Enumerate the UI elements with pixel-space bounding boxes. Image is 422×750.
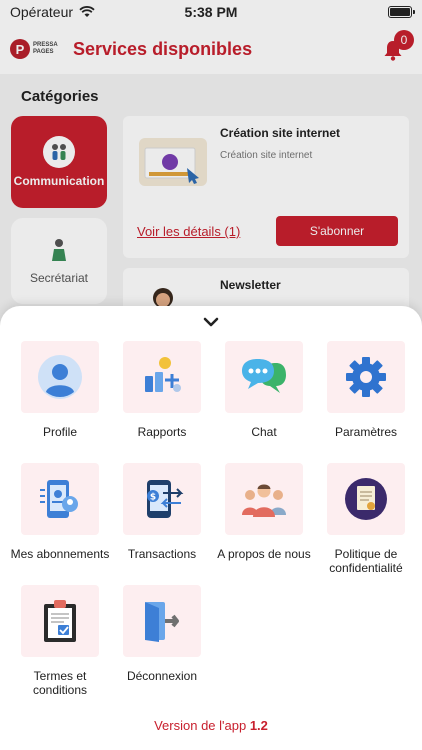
menu-item-a-propos[interactable]: A propos de nous [214,463,314,561]
menu-item-politique[interactable]: Politique de confidentialité [316,463,416,575]
version-prefix: Version de l'app [154,718,247,733]
menu-item-label: A propos de nous [217,547,311,561]
battery-icon [388,6,415,18]
menu-item-mes-abonnements[interactable]: Mes abonnements [10,463,110,561]
menu-item-label: Mes abonnements [10,547,110,561]
team-icon [242,484,286,517]
carrier-label: Opérateur [10,4,74,20]
policy-icon [345,478,387,520]
terms-icon [44,600,76,642]
menu-item-termes[interactable]: Termes et conditions [10,585,110,697]
version-number: 1.2 [249,718,268,733]
menu-item-label: Paramètres [334,425,398,439]
chat-icon [242,359,286,393]
menu-item-label: Politique de confidentialité [329,547,403,575]
menu-item-chat[interactable]: Chat [214,341,314,439]
gear-icon [346,357,386,397]
status-bar: Opérateur 5:38 PM [0,0,422,24]
svg-text:$: $ [150,493,156,503]
menu-item-parametres[interactable]: Paramètres [316,341,416,439]
menu-item-label: Termes et conditions [32,669,88,697]
reports-icon [145,357,181,392]
user-icon [38,355,82,399]
menu-item-label: Chat [251,425,277,439]
menu-item-label: Rapports [137,425,187,439]
app-version: Version de l'app 1.2 [0,718,422,733]
menu-sheet: Profile Rapports Chat Paramètres Mes abo… [0,306,422,750]
logout-icon [145,602,179,642]
menu-item-profile[interactable]: Profile [10,341,110,439]
chevron-down-icon[interactable] [201,316,221,328]
menu-item-label: Transactions [127,547,197,561]
wifi-icon [79,6,95,17]
menu-item-deconnexion[interactable]: Déconnexion [112,585,212,683]
menu-item-rapports[interactable]: Rapports [112,341,212,439]
menu-item-transactions[interactable]: $ Transactions [112,463,212,561]
menu-item-label: Profile [42,425,77,439]
menu-item-label: Déconnexion [126,669,198,683]
transactions-icon: $ [147,480,184,518]
subscriptions-icon [40,480,78,518]
